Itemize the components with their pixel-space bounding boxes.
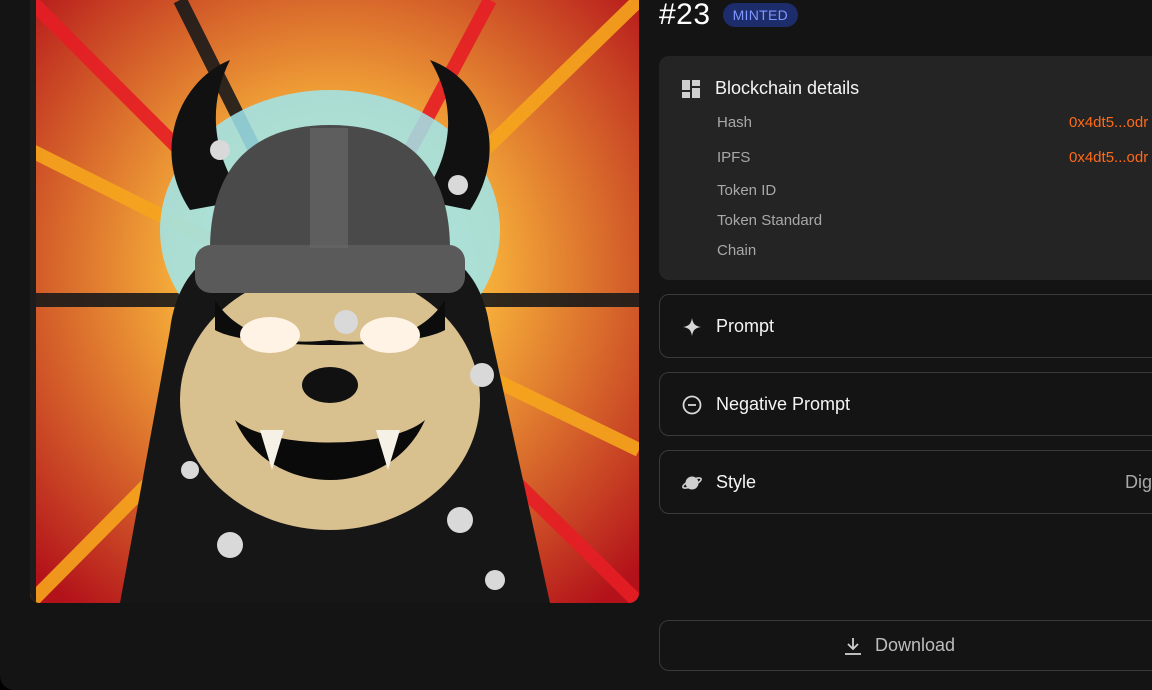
dashboard-grid-icon — [681, 79, 701, 99]
detail-label: Token Standard — [717, 212, 823, 229]
detail-label: IPFS — [717, 149, 751, 166]
blockchain-details-card[interactable]: Blockchain details Hash 0x4dt5...odr IPF… — [659, 56, 1152, 280]
style-section[interactable]: Style Dig — [659, 450, 1152, 514]
download-label: Download — [874, 635, 956, 655]
nft-artwork — [30, 0, 639, 603]
blockchain-details-title: Blockchain details — [715, 78, 860, 98]
ipfs-value-link[interactable]: 0x4dt5...odr — [1069, 149, 1148, 166]
planet-icon — [682, 473, 702, 493]
sparkle-icon — [682, 317, 702, 337]
detail-label: Chain — [717, 242, 757, 259]
token-title: #23 — [659, 0, 711, 31]
detail-row-token-id: Token ID — [717, 182, 1152, 199]
prompt-section[interactable]: Prompt — [659, 294, 1152, 358]
negative-prompt-label: Negative Prompt — [716, 394, 851, 414]
negative-prompt-header[interactable]: Negative Prompt — [682, 394, 850, 415]
detail-label: Token ID — [717, 182, 777, 199]
style-header[interactable]: Style — [682, 472, 756, 493]
hash-value-link[interactable]: 0x4dt5...odr — [1069, 114, 1148, 131]
nft-detail-panel: #23 MINTED Blockchain details Hash 0x4dt… — [0, 0, 1152, 690]
style-value: Dig — [1125, 472, 1152, 492]
detail-row-chain: Chain — [717, 242, 1152, 259]
negative-prompt-section[interactable]: Negative Prompt — [659, 372, 1152, 436]
detail-label: Hash — [717, 114, 753, 131]
minus-circle-icon — [682, 395, 702, 415]
download-icon — [843, 636, 863, 656]
blockchain-details-header[interactable]: Blockchain details — [681, 78, 859, 99]
download-button[interactable]: Download — [659, 620, 1152, 671]
detail-row-hash: Hash 0x4dt5...odr — [717, 114, 1152, 131]
detail-row-token-standard: Token Standard — [717, 212, 1152, 229]
detail-row-ipfs: IPFS 0x4dt5...odr — [717, 149, 1152, 166]
prompt-label: Prompt — [716, 316, 775, 336]
prompt-header[interactable]: Prompt — [682, 316, 774, 337]
style-label: Style — [716, 472, 757, 492]
status-badge: MINTED — [722, 3, 799, 27]
title-row: #23 MINTED — [659, 0, 799, 31]
